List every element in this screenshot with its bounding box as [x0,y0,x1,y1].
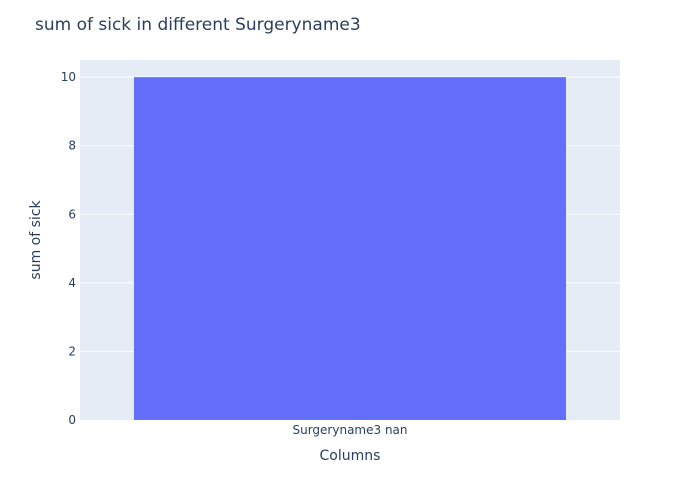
x-axis-title: Columns [320,448,381,464]
chart-title: sum of sick in different Surgeryname3 [35,15,361,35]
y-tick-label: 2 [68,344,76,358]
y-axis-ticks: 0 2 4 6 8 10 [61,70,76,427]
y-tick-label: 8 [68,139,76,153]
y-tick-label: 10 [61,70,76,84]
y-axis-title: sum of sick [28,200,44,280]
y-tick-label: 6 [68,207,76,221]
x-tick-label: Surgeryname3 nan [292,423,407,437]
bars [134,77,566,421]
bar-chart: 0 2 4 6 8 10 Surgeryname3 nan sum of sick in … [28,15,620,464]
y-tick-label: 4 [68,276,76,290]
y-tick-label: 0 [68,413,76,427]
bar [134,77,566,421]
x-axis-ticks: Surgeryname3 nan [292,423,407,437]
